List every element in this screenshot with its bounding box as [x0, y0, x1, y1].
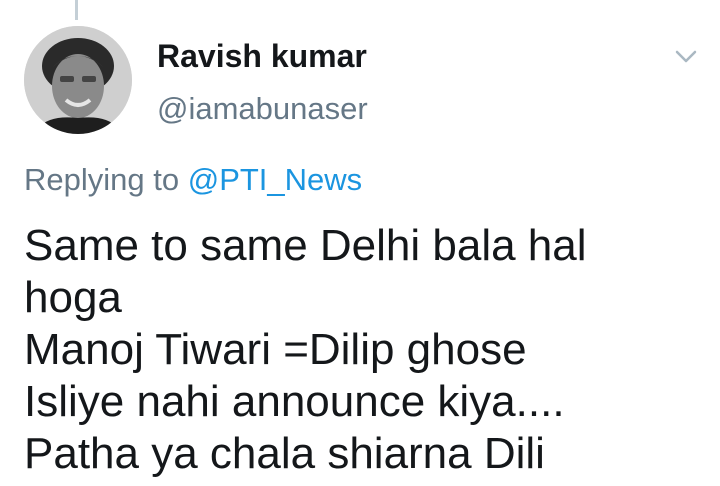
author-name[interactable]: Ravish kumar	[157, 38, 367, 75]
tweet-body: Same to same Delhi bala hal hoga Manoj T…	[24, 221, 587, 478]
author-handle[interactable]: @iamabunaser	[157, 91, 368, 127]
replying-to: Replying to @PTI_News	[24, 162, 362, 198]
chevron-down-icon[interactable]	[673, 45, 699, 67]
replying-mention-link[interactable]: @PTI_News	[188, 162, 362, 197]
replying-prefix: Replying to	[24, 162, 188, 197]
avatar[interactable]	[24, 26, 132, 134]
avatar-photo	[24, 26, 132, 134]
thread-connector-line	[75, 0, 78, 20]
